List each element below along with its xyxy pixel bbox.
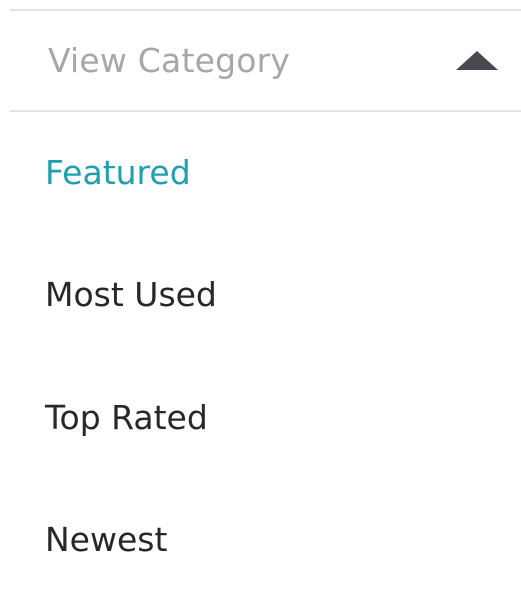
view-category-dropdown[interactable]: View Category: [10, 11, 521, 110]
option-label: Newest: [45, 520, 168, 559]
caret-up-icon[interactable]: [456, 51, 498, 70]
option-label: Featured: [45, 153, 191, 192]
option-top-rated[interactable]: Top Rated: [0, 357, 521, 479]
option-label: Top Rated: [45, 398, 208, 437]
dropdown-label: View Category: [48, 41, 291, 80]
option-newest[interactable]: Newest: [0, 479, 521, 601]
option-featured[interactable]: Featured: [0, 112, 521, 234]
option-most-used[interactable]: Most Used: [0, 234, 521, 356]
option-label: Most Used: [45, 275, 217, 314]
